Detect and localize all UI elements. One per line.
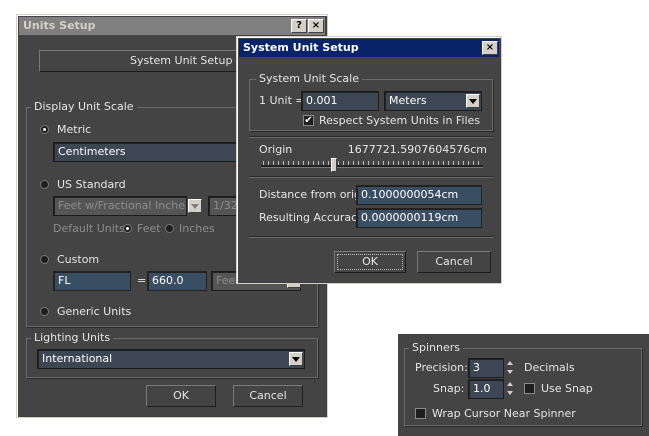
origin-slider-track[interactable] [261,165,483,168]
close-button[interactable]: × [308,19,324,33]
custom-label: Custom [57,253,100,266]
snap-spinner-icon[interactable] [506,379,515,399]
resulting-accuracy-field[interactable]: 0.0000000119cm [356,208,482,228]
metric-units-dropdown[interactable]: Centimeters [53,142,243,162]
generic-units-radio[interactable] [40,307,49,316]
origin-label: Origin [259,143,293,156]
lighting-dropdown-arrow-icon[interactable] [289,352,303,366]
us-units-dropdown-arrow-icon[interactable] [188,199,202,213]
custom-equals-label: = [137,274,147,287]
use-snap-label: Use Snap [541,382,593,395]
system-ok-button[interactable]: OK [334,251,406,273]
distance-from-origin-field[interactable]: 0.1000000054cm [356,185,482,205]
system-unit-setup-titlebar[interactable]: System Unit Setup × [239,39,499,57]
precision-field[interactable]: 3 [468,358,504,378]
custom-value-field[interactable]: 660.0 [147,271,207,291]
wrap-cursor-label: Wrap Cursor Near Spinner [432,407,576,420]
display-unit-scale-label: Display Unit Scale [31,100,137,113]
use-snap-checkbox[interactable] [524,383,535,394]
unit-equals-label: 1 Unit = [259,94,305,107]
default-units-label: Default Units: [53,222,129,235]
lighting-units-dropdown[interactable]: International [37,349,305,369]
generic-units-label: Generic Units [57,305,132,318]
origin-value: 1677721.5907604576cm [347,143,487,156]
feet-label: Feet [137,222,161,235]
scale-separator [249,136,493,138]
origin-separator [249,176,493,178]
respect-system-units-checkbox[interactable]: ✔ [303,115,314,126]
resulting-accuracy-label: Resulting Accuracy: [259,211,367,224]
us-standard-label: US Standard [57,178,126,191]
feet-radio[interactable] [123,224,132,233]
system-unit-setup-dialog: System Unit Setup × System Unit Scale 1 … [236,36,502,284]
spinners-panel: Spinners Precision: 3 Decimals Snap: 1.0… [398,334,649,436]
system-unit-scale-label: System Unit Scale [256,72,362,85]
origin-slider-thumb[interactable] [331,158,337,172]
respect-system-units-label: Respect System Units in Files [319,114,481,127]
us-units-dropdown[interactable]: Feet w/Fractional Inches [53,196,187,216]
spinners-label: Spinners [409,341,463,354]
unit-value-field[interactable]: 0.001 [301,91,379,111]
system-unit-setup-title: System Unit Setup [243,41,359,54]
system-cancel-button[interactable]: Cancel [417,251,491,273]
inches-radio[interactable] [165,224,174,233]
inches-label: Inches [179,222,215,235]
unit-type-dropdown-arrow-icon[interactable] [466,94,480,108]
snap-label: Snap: [433,382,465,395]
lighting-units-label: Lighting Units [31,331,114,344]
system-close-button[interactable]: × [482,41,498,55]
wrap-cursor-checkbox[interactable] [415,408,426,419]
units-cancel-button[interactable]: Cancel [233,385,303,407]
metric-label: Metric [57,123,92,136]
precision-label: Precision: [415,361,468,374]
decimals-label: Decimals [524,361,575,374]
buttons-separator [249,236,493,238]
precision-spinner-icon[interactable] [506,358,515,378]
snap-field[interactable]: 1.0 [468,379,504,399]
units-setup-title: Units Setup [23,19,96,32]
units-setup-titlebar[interactable]: Units Setup ? × [19,17,325,35]
custom-name-field[interactable]: FL [53,271,131,291]
units-ok-button[interactable]: OK [146,385,216,407]
us-standard-radio[interactable] [40,180,49,189]
custom-radio[interactable] [40,255,49,264]
help-button[interactable]: ? [291,19,307,33]
metric-radio[interactable] [40,125,49,134]
